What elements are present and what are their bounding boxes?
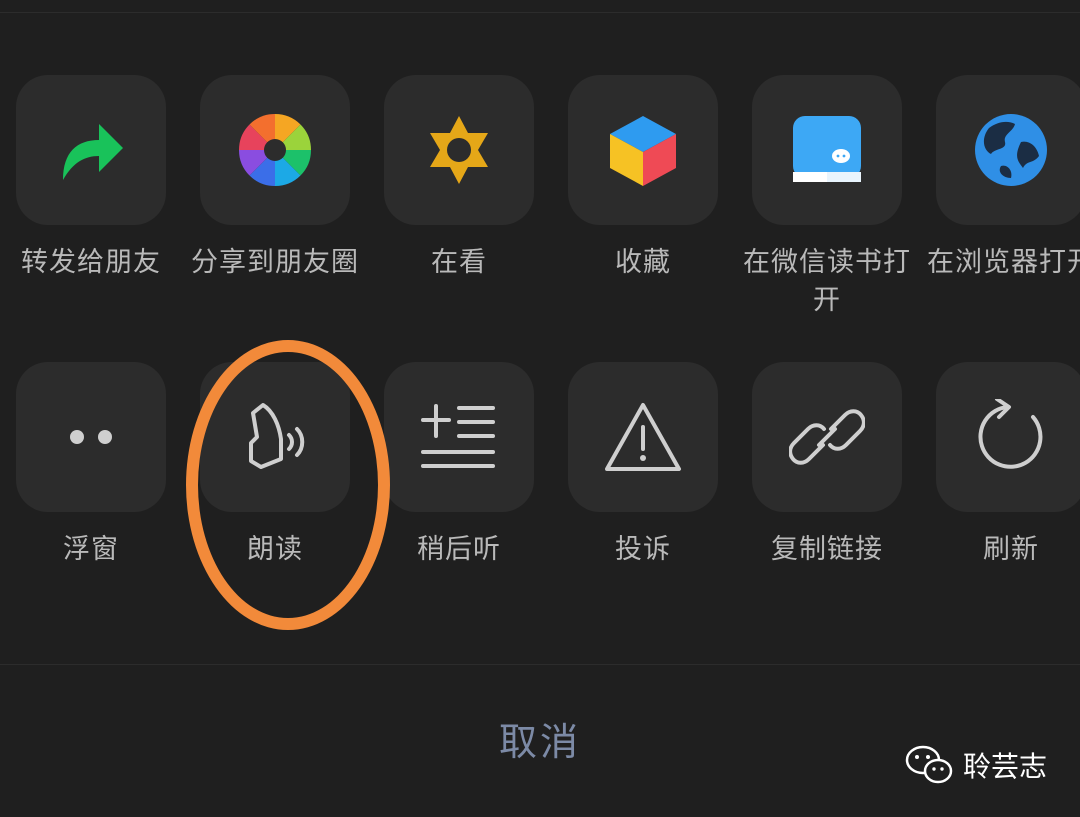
tile-background (16, 75, 166, 225)
tile-label: 朗读 (247, 534, 303, 565)
cancel-button[interactable]: 取消 (390, 712, 690, 772)
tile-background (384, 75, 534, 225)
cancel-divider (0, 664, 1080, 665)
copy-link-icon (789, 409, 865, 465)
tile-background (568, 362, 718, 512)
favorites-cube-icon (610, 116, 676, 186)
browser-globe-icon (975, 114, 1047, 186)
tile-background (16, 362, 166, 512)
share-to-friend-button[interactable]: 转发给朋友 (16, 75, 166, 282)
read-aloud-icon (249, 403, 305, 469)
listen-later-button[interactable]: 稍后听 (384, 362, 534, 569)
wow-button[interactable]: 在看 (384, 75, 534, 282)
top-divider (0, 12, 1080, 13)
read-aloud-button[interactable]: 朗读 (200, 362, 350, 569)
refresh-button[interactable]: 刷新 (936, 362, 1080, 569)
tile-label: 在微信读书打开 (743, 247, 911, 316)
wechat-logo-icon (905, 745, 953, 784)
forward-arrow-icon (63, 124, 123, 180)
refresh-icon (978, 399, 1043, 469)
tile-label: 分享到朋友圈 (191, 247, 359, 278)
tile-label: 稍后听 (417, 534, 501, 565)
watermark: 聆芸志 (905, 745, 1047, 785)
floating-window-icon (70, 430, 112, 444)
tile-label: 收藏 (615, 247, 671, 278)
watermark-text: 聆芸志 (963, 750, 1048, 783)
tile-label: 转发给朋友 (21, 247, 161, 278)
share-row: 转发给朋友 分享到朋友圈 在看 收藏 在微信读书打开 在浏览器打开 (0, 75, 1080, 316)
share-action-sheet: 转发给朋友 分享到朋友圈 在看 收藏 在微信读书打开 在浏览器打开 浮窗 朗读 … (0, 0, 1080, 817)
tile-label: 在浏览器打开 (927, 247, 1080, 278)
tile-background (200, 362, 350, 512)
moments-aperture-icon (238, 113, 312, 187)
complaint-button[interactable]: 投诉 (568, 362, 718, 569)
tile-background (752, 75, 902, 225)
tile-label: 复制链接 (771, 534, 883, 565)
tile-background (200, 75, 350, 225)
open-in-browser-button[interactable]: 在浏览器打开 (927, 75, 1080, 282)
tile-background (752, 362, 902, 512)
share-to-moments-button[interactable]: 分享到朋友圈 (191, 75, 358, 282)
action-row: 浮窗 朗读 稍后听 投诉 复制链接 刷新 (0, 362, 1080, 602)
tile-label: 浮窗 (63, 534, 119, 565)
tile-label: 投诉 (615, 534, 671, 565)
copy-link-button[interactable]: 复制链接 (752, 362, 902, 569)
tile-background (936, 362, 1080, 512)
tile-background (568, 75, 718, 225)
tile-background (936, 75, 1080, 225)
tile-label: 刷新 (983, 534, 1039, 565)
listen-later-icon (421, 404, 495, 468)
complaint-warning-icon (605, 403, 681, 471)
weread-book-icon (793, 116, 861, 182)
favorites-button[interactable]: 收藏 (568, 75, 718, 282)
floating-window-button[interactable]: 浮窗 (16, 362, 166, 569)
open-in-weread-button[interactable]: 在微信读书打开 (743, 75, 910, 320)
wow-star-icon (430, 116, 488, 184)
tile-label: 在看 (431, 247, 487, 278)
tile-background (384, 362, 534, 512)
